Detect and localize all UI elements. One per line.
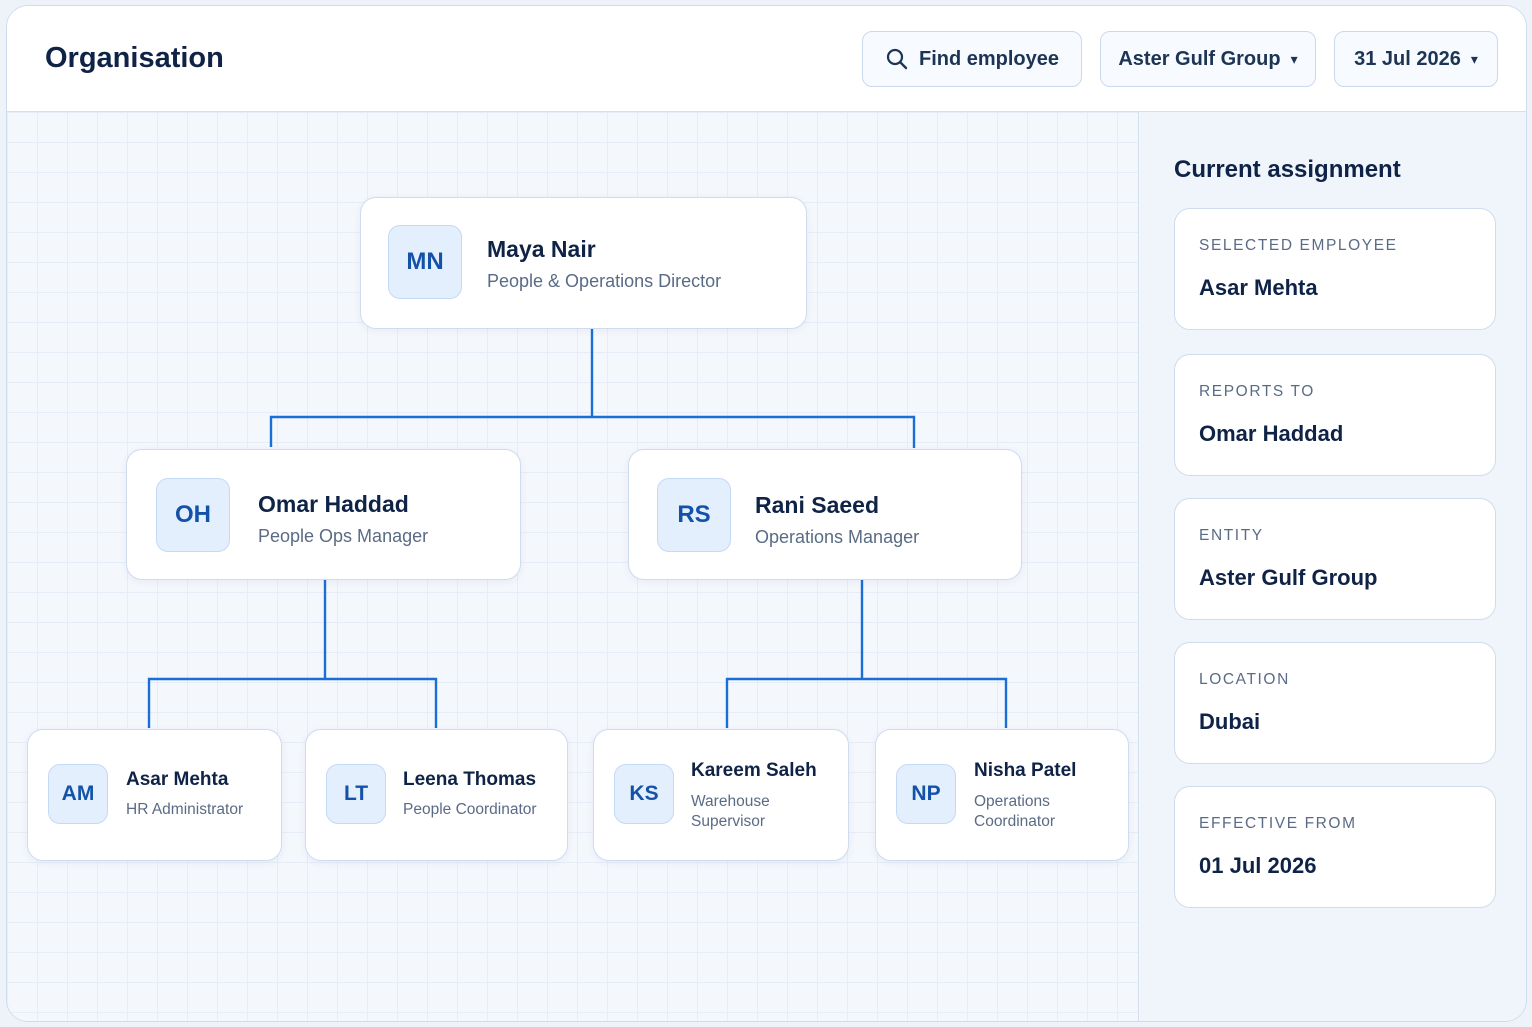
field-value: Aster Gulf Group	[1199, 565, 1378, 590]
app-window: Organisation Find employee Aster Gulf Gr…	[6, 5, 1527, 1022]
page-title: Organisation	[45, 42, 224, 74]
employee-role: Operations Manager	[755, 527, 920, 547]
chevron-down-icon: ▾	[1470, 50, 1478, 67]
org-chart-canvas[interactable]: MN Maya Nair People & Operations Directo…	[7, 112, 1139, 1021]
avatar: OH	[156, 478, 230, 552]
field-value: 01 Jul 2026	[1199, 853, 1317, 878]
field-label: Entity	[1199, 527, 1264, 544]
employee-name: Leena Thomas	[403, 769, 537, 790]
entity-dropdown-label: Aster Gulf Group	[1118, 47, 1281, 70]
org-node-leena-thomas[interactable]: LT Leena Thomas People Coordinator	[305, 729, 568, 861]
avatar: LT	[326, 764, 386, 824]
employee-name: Maya Nair	[487, 236, 596, 262]
field-label: Effective from	[1199, 815, 1357, 832]
reports-to-card: Reports to Omar Haddad	[1174, 354, 1496, 476]
search-icon	[885, 47, 909, 71]
org-node-maya-nair[interactable]: MN Maya Nair People & Operations Directo…	[360, 197, 807, 329]
chevron-down-icon: ▾	[1290, 50, 1298, 67]
top-bar: Organisation Find employee Aster Gulf Gr…	[7, 6, 1526, 112]
employee-name: Kareem Saleh	[691, 760, 817, 781]
employee-name: Asar Mehta	[126, 769, 229, 790]
org-node-asar-mehta[interactable]: AM Asar Mehta HR Administrator	[27, 729, 282, 861]
employee-role: HR Administrator	[126, 801, 244, 818]
field-value: Dubai	[1199, 709, 1261, 734]
field-label: Location	[1199, 671, 1290, 688]
selected-employee-card: Selected employee Asar Mehta	[1174, 208, 1496, 330]
employee-role: People & Operations Director	[487, 271, 722, 291]
field-label: Reports to	[1199, 383, 1315, 400]
panel-title: Current assignment	[1174, 156, 1401, 183]
employee-name: Rani Saeed	[755, 492, 879, 518]
date-dropdown-label: 31 Jul 2026	[1354, 47, 1461, 70]
assignment-panel: Current assignment Selected employee Asa…	[1140, 112, 1526, 1021]
org-node-kareem-saleh[interactable]: KS Kareem Saleh Warehouse Supervisor	[593, 729, 849, 861]
employee-name: Omar Haddad	[258, 491, 409, 517]
employee-role: Warehouse Supervisor	[691, 793, 770, 831]
entity-card: Entity Aster Gulf Group	[1174, 498, 1496, 620]
org-node-rani-saeed[interactable]: RS Rani Saeed Operations Manager	[628, 449, 1022, 580]
avatar: KS	[614, 764, 674, 824]
avatar: RS	[657, 478, 731, 552]
date-dropdown[interactable]: 31 Jul 2026 ▾	[1334, 31, 1498, 87]
avatar: NP	[896, 764, 956, 824]
employee-role: People Coordinator	[403, 801, 537, 818]
entity-dropdown[interactable]: Aster Gulf Group ▾	[1100, 31, 1316, 87]
employee-role: People Ops Manager	[258, 526, 429, 546]
find-employee-button[interactable]: Find employee	[862, 31, 1082, 87]
effective-from-card: Effective from 01 Jul 2026	[1174, 786, 1496, 908]
org-node-omar-haddad[interactable]: OH Omar Haddad People Ops Manager	[126, 449, 521, 580]
avatar: AM	[48, 764, 108, 824]
field-label: Selected employee	[1199, 237, 1398, 254]
org-node-nisha-patel[interactable]: NP Nisha Patel Operations Coordinator	[875, 729, 1129, 861]
field-value: Omar Haddad	[1199, 421, 1344, 446]
field-value: Asar Mehta	[1199, 275, 1318, 300]
avatar: MN	[388, 225, 462, 299]
location-card: Location Dubai	[1174, 642, 1496, 764]
find-employee-label: Find employee	[918, 47, 1060, 70]
employee-role: Operations Coordinator	[974, 793, 1055, 831]
employee-name: Nisha Patel	[974, 760, 1077, 781]
